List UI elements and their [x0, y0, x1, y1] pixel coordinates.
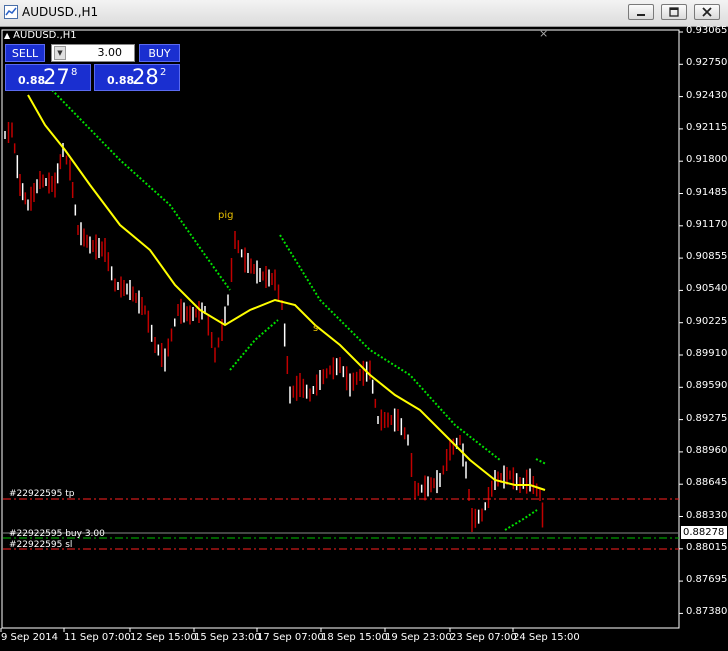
buy-price-prefix: 0.88 — [107, 74, 135, 87]
restore-icon — [669, 7, 679, 17]
minimize-button[interactable] — [628, 4, 654, 20]
price-axis-label: 0.89275 — [686, 412, 728, 424]
price-axis-label: 0.87695 — [686, 574, 728, 586]
sell-price-prefix: 0.88 — [18, 74, 46, 87]
annotation-pig: pig — [218, 210, 234, 221]
order-tp-label: #22922595 tp — [9, 489, 75, 499]
lot-size-field[interactable]: ▼ 3.00 — [51, 44, 135, 62]
price-axis-label: 0.91485 — [686, 186, 728, 198]
window-title: AUDUSD.,H1 — [22, 5, 99, 19]
collapse-triangle-icon[interactable]: ▲ — [4, 31, 10, 40]
parabolic-sar-dots — [229, 319, 279, 371]
price-axis-label: 0.91170 — [686, 218, 728, 230]
sell-price-pip: 8 — [71, 67, 78, 78]
sell-price-button[interactable]: 0.88 27 8 — [5, 64, 91, 91]
price-axis-label: 0.90540 — [686, 283, 728, 295]
price-chart[interactable] — [0, 27, 728, 651]
time-axis-label: 9 Sep 2014 — [1, 632, 59, 643]
chart-window-icon — [4, 5, 18, 19]
time-axis-label: 11 Sep 07:00 — [64, 632, 131, 643]
current-price-tag: 0.88278 — [681, 526, 727, 539]
sell-button[interactable]: SELL — [5, 44, 45, 62]
time-axis-label: 23 Sep 07:00 — [450, 632, 517, 643]
window-titlebar: AUDUSD.,H1 — [0, 0, 728, 27]
price-axis-label: 0.90225 — [686, 315, 728, 327]
price-axis-label: 0.89910 — [686, 348, 728, 359]
one-click-trading-panel: SELL ▼ 3.00 BUY 0.88 27 8 0.88 28 2 — [5, 44, 180, 92]
time-axis-label: 12 Sep 15:00 — [130, 632, 197, 643]
time-axis-label: 15 Sep 23:00 — [194, 632, 261, 643]
price-axis-label: 0.88645 — [686, 477, 728, 489]
lot-size-value[interactable]: 3.00 — [98, 46, 123, 59]
order-buy-label: #22922595 buy 3.00 — [9, 529, 105, 539]
price-axis-label: 0.92750 — [686, 57, 728, 69]
sell-price-main: 27 — [43, 65, 70, 89]
annotation-s: s — [313, 323, 319, 334]
price-axis-label: 0.88330 — [686, 509, 728, 521]
lot-dropdown-icon[interactable]: ▼ — [54, 46, 66, 60]
parabolic-sar-dots — [279, 234, 501, 461]
price-axis-label: 0.87380 — [686, 606, 728, 618]
time-axis-label: 17 Sep 07:00 — [257, 632, 324, 643]
chart-close-icon[interactable]: × — [539, 27, 548, 40]
price-axis-label: 0.93065 — [686, 25, 728, 36]
price-axis-label: 0.89590 — [686, 380, 728, 392]
price-axis-label: 0.90855 — [686, 251, 728, 263]
price-axis-label: 0.88015 — [686, 541, 728, 553]
moving-average-line — [27, 94, 546, 491]
chart-symbol-label: ▲ AUDUSD.,H1 — [4, 30, 77, 41]
minimize-icon — [637, 14, 645, 16]
close-button[interactable] — [694, 4, 720, 20]
order-sl-label: #22922595 sl — [9, 540, 73, 550]
time-axis-label: 24 Sep 15:00 — [513, 632, 580, 643]
buy-price-main: 28 — [132, 65, 159, 89]
parabolic-sar-dots — [51, 89, 231, 291]
close-icon — [702, 7, 712, 17]
restore-button[interactable] — [661, 4, 687, 20]
parabolic-sar-dots — [535, 458, 547, 465]
buy-button[interactable]: BUY — [139, 44, 180, 62]
parabolic-sar-dots — [504, 509, 538, 531]
price-axis-label: 0.92115 — [686, 121, 728, 133]
price-axis-label: 0.92430 — [686, 89, 728, 101]
time-axis-label: 19 Sep 23:00 — [385, 632, 452, 643]
buy-price-pip: 2 — [160, 67, 167, 78]
price-axis-label: 0.91800 — [686, 154, 728, 166]
time-axis-label: 18 Sep 15:00 — [321, 632, 388, 643]
price-axis-label: 0.88960 — [686, 444, 728, 456]
chart-canvas[interactable] — [0, 27, 728, 651]
buy-price-button[interactable]: 0.88 28 2 — [94, 64, 180, 91]
